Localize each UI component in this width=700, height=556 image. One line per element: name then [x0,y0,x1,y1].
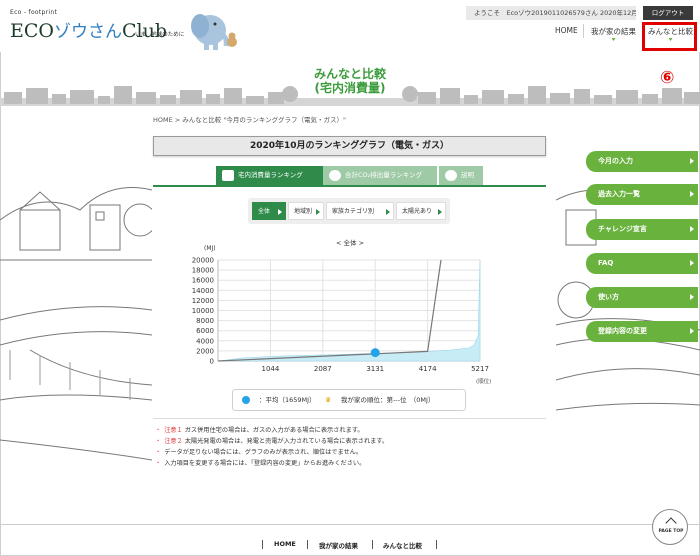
arrow-right-icon [690,158,694,164]
x-tick-label: 4174 [419,365,437,373]
tab-co2-ranking[interactable]: 合計CO₂排出量ランキング [323,166,437,185]
logo-zou: ゾウさん [53,22,122,42]
elephant-mascot-icon [191,14,237,50]
side-menu-faq[interactable]: FAQ [586,253,698,274]
notes-list: ・注意１ ガス併用住宅の場合は、ガスの入力がある場合に表示されます。 ・注意２ 太陽… [155,425,555,469]
tabs-underline [153,185,546,187]
filter-solar[interactable]: 太陽光あり [396,202,446,220]
note-item: ・入力項目を変更する場合には、「登録内容の変更」からお進みください。 [155,460,366,467]
y-tick-label: 12000 [192,297,214,305]
filter-region[interactable]: 地域別 [288,202,324,220]
welcome-message: ようこそ Ecoゾウ20190110265​79さん 2020年12月15日 [466,6,636,20]
arrow-right-icon [690,328,694,334]
arrow-right-icon [690,226,694,232]
side-menu-past-inputs[interactable]: 過去入力一覧 [586,184,698,205]
tab-consumption-ranking[interactable]: 宅内消費量ランキング [216,166,323,185]
y-tick-label: 14000 [192,287,214,295]
footer-separator [262,540,263,549]
house-icon [222,170,234,181]
footer-link-home[interactable]: HOME [274,540,296,548]
x-tick-label: 5217 [471,365,489,373]
arrow-right-icon [386,209,390,215]
x-axis-unit: (順位) [476,379,492,385]
chart-legend: ：平均（1659MJ） ♛ 我が家の順位：第---位 （0MJ） [232,389,466,411]
chevron-up-icon [665,517,677,529]
co2-cloud-icon [329,170,341,181]
filter-all[interactable]: 全体 [252,202,286,220]
y-tick-label: 4000 [196,337,214,345]
average-dot-icon [242,396,250,404]
footer-separator [307,540,308,549]
x-tick-label: 2087 [314,365,332,373]
arrow-right-icon [690,260,694,266]
arrow-right-icon [690,191,694,197]
logout-button[interactable]: ログアウト [643,6,693,20]
footer-divider [0,524,700,525]
breadcrumb[interactable]: HOME > みんなと比較 "今月のランキンググラフ（電気・ガス）" [153,114,346,124]
title-band: みんなと比較 (宅内消費量) [0,52,700,110]
footer-separator [436,540,437,549]
logo-eco: ECO [10,20,54,42]
annotation-number: ⑥ [660,68,675,88]
legend-average: ：平均（1659MJ） [259,396,316,404]
y-tick-label: 16000 [192,277,214,285]
content-divider [153,418,546,419]
site-header: Eco - footprint ECOゾウさんClub いま、地球のために よう… [0,0,700,52]
x-tick-label: 3131 [366,365,384,373]
footer-link-compare[interactable]: みんなと比較 [383,540,422,550]
speech-bubble-icon [445,170,457,181]
nav-indicator-icon [611,38,616,41]
side-menu-how-to-use[interactable]: 使い方 [586,287,698,308]
note-item: ・データが足りない場合には、グラフのみが表示され、順位はでません。 [155,449,363,456]
arrow-right-icon [438,209,442,215]
highlight-box [642,22,697,51]
note-item: ・注意２ 太陽光発電の場合は、発電と売電が入力されている場合に表示されます。 [155,438,389,445]
filter-family-category[interactable]: 家族カテゴリ別 [326,202,394,220]
y-tick-label: 20000 [192,257,214,265]
logo-tagline: いま、地球のために [135,32,185,38]
note-item: ・注意１ ガス併用住宅の場合は、ガスの入力がある場合に表示されます。 [155,427,364,434]
side-menu-challenge[interactable]: チャレンジ宣言 [586,219,698,240]
arrow-right-icon [690,294,694,300]
side-menu-edit-registration[interactable]: 登録内容の変更 [586,321,698,342]
y-tick-label: 8000 [196,317,214,325]
nav-my-results[interactable]: 我が家の結果 [591,26,636,41]
arrow-right-icon [316,209,320,215]
filter-group: 全体 地域別 家族カテゴリ別 太陽光あり [248,198,450,224]
ranking-chart: 0 2000 4000 6000 8000 10000 12000 14000 16000 180… [192,257,489,374]
side-menu-monthly-input[interactable]: 今月の入力 [586,151,698,172]
footer-link-my-results[interactable]: 我が家の結果 [319,540,358,550]
tab-explanation[interactable]: 説明 [439,166,483,185]
logo-subtitle: Eco - footprint [10,9,58,16]
y-tick-label: 0 [210,358,214,366]
average-point [370,348,380,358]
y-tick-label: 6000 [196,327,214,335]
footer-separator [372,540,373,549]
nav-home[interactable]: HOME [555,26,578,35]
x-tick-label: 1044 [262,365,280,373]
arrow-right-icon [278,209,282,215]
page-subtitle: (宅内消費量) [314,81,386,95]
page-top-button[interactable]: PAGE TOP [652,509,688,545]
y-tick-label: 18000 [192,267,214,275]
left-landscape-illustration [0,187,152,461]
section-heading: 2020年10月のランキンググラフ（電気・ガス） [153,136,546,156]
crown-icon: ♛ [325,396,332,404]
nav-divider [583,24,584,38]
y-tick-label: 10000 [192,307,214,315]
legend-my-rank: 我が家の順位：第---位 （0MJ） [341,396,435,404]
y-tick-label: 2000 [196,347,214,355]
